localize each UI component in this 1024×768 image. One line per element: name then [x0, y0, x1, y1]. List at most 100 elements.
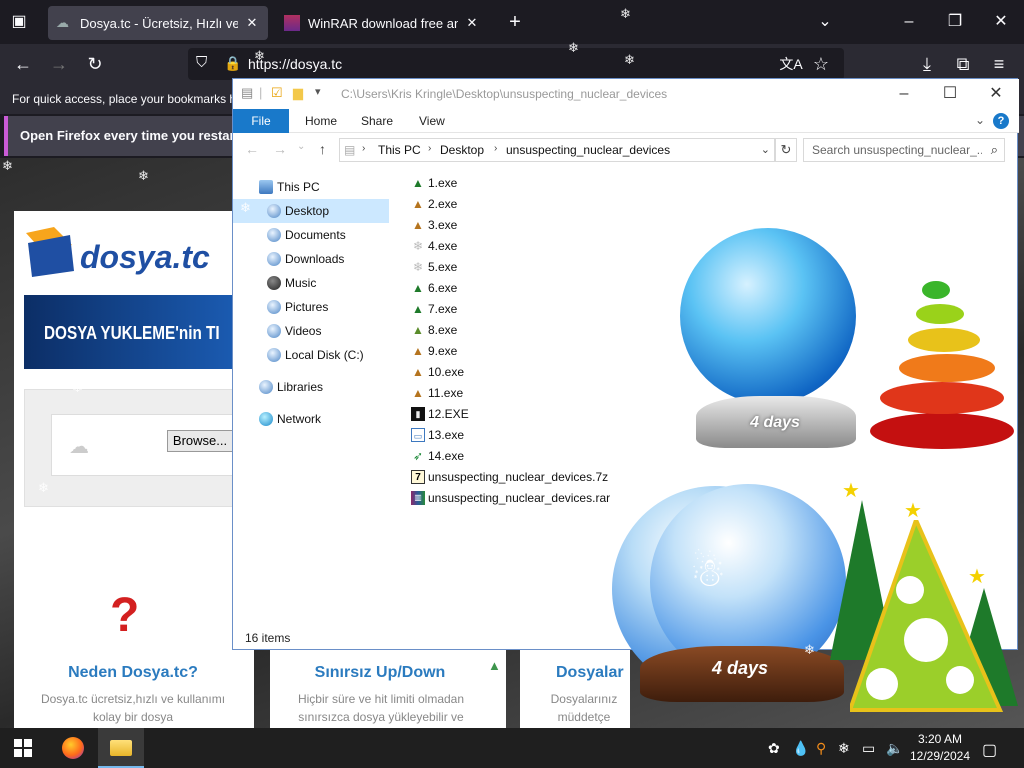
promo-banner[interactable]: DOSYA YUKLEME'nin TI [24, 295, 254, 369]
browse-button[interactable]: Browse... [167, 430, 233, 452]
tab-view[interactable]: View [405, 109, 459, 133]
taskbar-clock[interactable]: 3:20 AM 12/29/2024 [904, 731, 976, 765]
maximize-icon[interactable]: ☐ [927, 83, 973, 105]
chevron-right-icon[interactable]: › [494, 143, 497, 154]
help-icon[interactable]: ? [993, 113, 1009, 129]
nav-label: Network [277, 412, 322, 426]
tree-icon: ▲ [412, 386, 424, 400]
minimize-icon[interactable]: – [894, 8, 924, 36]
dosya-logo[interactable]: dosya.tc [24, 223, 224, 279]
volume-icon[interactable]: 🔈 [886, 740, 903, 757]
close-icon[interactable]: ✕ [986, 8, 1016, 36]
bookmark-star-icon[interactable]: ☆ [806, 50, 836, 78]
nav-item-downloads[interactable]: Downloads [233, 247, 389, 271]
star-icon: ★ [904, 500, 922, 522]
start-button[interactable] [0, 728, 46, 768]
tray-search-icon[interactable]: ⚲ [816, 740, 826, 757]
menu-icon[interactable]: ≡ [984, 50, 1014, 78]
explorer-title-bar[interactable]: ▤ | ☑ ▆ ▾ C:\Users\Kris Kringle\Desktop\… [233, 79, 1019, 109]
breadcrumb-this-pc[interactable]: This PC [378, 143, 421, 157]
url-bar[interactable]: ⛉ 🔒 https://dosya.tc [188, 48, 844, 80]
snowflake-icon: ❄ [254, 48, 265, 63]
refresh-button[interactable]: ↻ [775, 138, 797, 162]
maximize-icon[interactable]: ❐ [940, 8, 970, 36]
libraries-icon [259, 380, 273, 394]
address-dropdown-icon[interactable]: ⌄ [761, 143, 770, 156]
nav-item-pictures[interactable]: Pictures [233, 295, 389, 319]
extensions-icon[interactable]: ⧉ [948, 50, 978, 78]
network-tray-icon[interactable]: ▭ [862, 740, 875, 757]
file-name: 10.exe [428, 365, 465, 379]
file-name: 13.exe [428, 428, 465, 442]
lock-icon[interactable]: 🔒 [224, 55, 241, 72]
nav-item-local-disk[interactable]: Local Disk (C:) [233, 343, 389, 367]
file-name: 2.exe [428, 197, 458, 211]
snowflake-icon: ❄ [624, 52, 635, 67]
back-arrow-icon[interactable]: ← [245, 141, 259, 157]
nav-item-network[interactable]: Network [233, 407, 389, 431]
tray-drop-icon[interactable]: 💧 [792, 740, 809, 757]
explorer-app-icon: ▤ [241, 85, 254, 100]
tree-icon: ▲ [412, 176, 424, 190]
nav-item-libraries[interactable]: Libraries [233, 375, 389, 399]
up-arrow-icon[interactable]: ↑ [319, 141, 326, 157]
feature-desc: Dosya.tc ücretsiz,hızlı ve kullanımı kol… [40, 692, 226, 724]
ribbon-tabs: File Home Share View ⌄ ? [233, 109, 1019, 133]
recent-locations-icon[interactable]: ⌄ [297, 141, 305, 152]
nav-item-music[interactable]: Music [233, 271, 389, 295]
taskbar-firefox[interactable] [50, 728, 96, 768]
search-input[interactable]: Search unsuspecting_nuclear_... ⌕ [803, 138, 1005, 162]
download-icon[interactable]: ⤓ [912, 50, 942, 78]
reload-icon[interactable]: ↻ [80, 50, 110, 78]
notification-icon[interactable]: ▢ [982, 740, 997, 760]
ribbon-expand-icon[interactable]: ⌄ [975, 113, 985, 127]
banner-text: DOSYA YUKLEME'nin TI [44, 323, 220, 343]
new-folder-icon[interactable]: ▆ [293, 85, 303, 101]
chevron-right-icon[interactable]: › [362, 143, 365, 154]
nav-item-videos[interactable]: Videos [233, 319, 389, 343]
window-icon: ▭ [411, 428, 425, 442]
forward-arrow-icon[interactable]: → [273, 141, 287, 157]
tab-list-icon[interactable]: ▣ [4, 8, 34, 36]
archive-7z-icon: 7 [411, 470, 425, 484]
file-name: unsuspecting_nuclear_devices.rar [428, 491, 611, 505]
taskbar-explorer[interactable] [98, 728, 144, 768]
firefox-icon [62, 737, 84, 759]
new-tab-button[interactable]: + [500, 8, 530, 36]
forward-arrow-icon[interactable]: → [44, 50, 74, 78]
tray-snow-icon[interactable]: ❄ [838, 740, 850, 757]
breadcrumb-desktop[interactable]: Desktop [440, 143, 484, 157]
close-icon[interactable]: ✕ [973, 83, 1019, 105]
tab-file[interactable]: File [233, 109, 289, 133]
properties-icon[interactable]: ☑ [271, 85, 283, 101]
feature-title[interactable]: Sınırsız Up/Down [270, 664, 490, 682]
close-tab-icon[interactable]: ✕ [244, 15, 260, 31]
feature-title[interactable]: Neden Dosya.tc? [24, 664, 242, 682]
close-tab-icon[interactable]: ✕ [464, 15, 480, 31]
translate-icon[interactable]: 文A [776, 50, 806, 78]
quick-access-dropdown-icon[interactable]: ▾ [315, 85, 321, 98]
file-name: 11.exe [428, 386, 464, 400]
breadcrumb-folder[interactable]: unsuspecting_nuclear_devices [506, 143, 670, 157]
nav-item-desktop[interactable]: Desktop [233, 199, 389, 223]
chevron-right-icon[interactable]: › [428, 143, 431, 154]
tab-dosya[interactable]: ☁ Dosya.tc - Ücretsiz, Hızlı ve Kolay ✕ [48, 6, 268, 40]
address-bar[interactable]: ▤ › This PC › Desktop › unsuspecting_nuc… [339, 138, 775, 162]
shield-icon[interactable]: ⛉ [196, 54, 207, 71]
nav-label: Pictures [285, 300, 329, 314]
file-name: 1.exe [428, 176, 458, 190]
snowman-icon: ☃ [690, 551, 726, 595]
minimize-icon[interactable]: – [881, 83, 927, 105]
chevron-down-icon[interactable]: ⌄ [810, 8, 840, 36]
tray-app-icon[interactable]: ✿ [768, 740, 780, 757]
tab-home[interactable]: Home [291, 109, 351, 133]
snowflake-icon: ❄ [526, 402, 537, 417]
back-arrow-icon[interactable]: ← [8, 50, 38, 78]
tab-share[interactable]: Share [347, 109, 407, 133]
browser-tab-bar: ▣ ☁ Dosya.tc - Ücretsiz, Hızlı ve Kolay … [0, 0, 1024, 44]
tab-winrar[interactable]: WinRAR download free and sup ✕ [276, 6, 488, 40]
dosya-favicon-icon: ☁ [56, 15, 69, 30]
nav-item-documents[interactable]: Documents [233, 223, 389, 247]
nav-item-this-pc[interactable]: This PC [233, 175, 389, 199]
star-icon: ★ [842, 480, 860, 502]
